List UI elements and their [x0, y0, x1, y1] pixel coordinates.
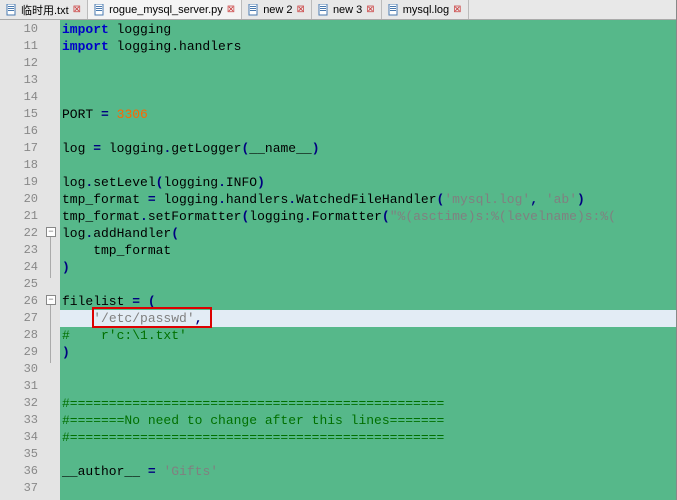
tab-bar: 临时用.txt⊠rogue_mysql_server.py⊠new 2⊠new … [0, 0, 676, 20]
code-line[interactable]: import logging.handlers [60, 38, 676, 55]
line-number: 11 [0, 38, 44, 55]
close-icon[interactable]: ⊠ [227, 4, 235, 15]
file-icon [388, 4, 400, 16]
line-number: 21 [0, 208, 44, 225]
line-number: 12 [0, 55, 44, 72]
code-line[interactable]: log = logging.getLogger(__name__) [60, 140, 676, 157]
tab-label: mysql.log [403, 4, 449, 16]
line-number: 17 [0, 140, 44, 157]
code-line[interactable]: #=======No need to change after this lin… [60, 412, 676, 429]
line-number: 14 [0, 89, 44, 106]
code-line[interactable]: #=======================================… [60, 395, 676, 412]
line-number: 13 [0, 72, 44, 89]
close-icon[interactable]: ⊠ [366, 4, 374, 15]
tab[interactable]: new 3 ⊠ [312, 0, 382, 19]
code-line[interactable]: import logging [60, 21, 676, 38]
line-number: 16 [0, 123, 44, 140]
tab[interactable]: mysql.log ⊠ [382, 0, 469, 19]
close-icon[interactable]: ⊠ [73, 4, 81, 15]
file-icon [94, 4, 106, 16]
fold-margin: −− [44, 20, 60, 500]
code-line[interactable]: tmp_format = logging.handlers.WatchedFil… [60, 191, 676, 208]
code-line[interactable] [60, 89, 676, 106]
line-number: 31 [0, 378, 44, 395]
code-line[interactable]: # r'c:\1.txt' [60, 327, 676, 344]
close-icon[interactable]: ⊠ [297, 4, 305, 15]
line-number: 37 [0, 480, 44, 497]
line-number: 20 [0, 191, 44, 208]
code-line[interactable]: __author__ = 'Gifts' [60, 463, 676, 480]
code-area[interactable]: import loggingimport logging.handlers PO… [60, 20, 676, 500]
line-number: 24 [0, 259, 44, 276]
code-line[interactable]: '/etc/passwd', [60, 310, 676, 327]
code-line[interactable]: log.addHandler( [60, 225, 676, 242]
code-line[interactable] [60, 446, 676, 463]
code-line[interactable]: #=======================================… [60, 429, 676, 446]
code-line[interactable]: ) [60, 344, 676, 361]
line-number: 36 [0, 463, 44, 480]
line-gutter: 1011121314151617181920212223242526272829… [0, 20, 44, 500]
line-number: 23 [0, 242, 44, 259]
line-number: 19 [0, 174, 44, 191]
file-icon [6, 4, 18, 16]
line-number: 26 [0, 293, 44, 310]
code-line[interactable]: ) [60, 259, 676, 276]
tab[interactable]: new 2 ⊠ [242, 0, 312, 19]
line-number: 30 [0, 361, 44, 378]
line-number: 10 [0, 21, 44, 38]
code-line[interactable] [60, 72, 676, 89]
line-number: 32 [0, 395, 44, 412]
code-line[interactable]: tmp_format [60, 242, 676, 259]
code-line[interactable] [60, 123, 676, 140]
fold-toggle[interactable]: − [46, 227, 56, 237]
line-number: 22 [0, 225, 44, 242]
tab[interactable]: 临时用.txt ⊠ [0, 0, 88, 19]
line-number: 28 [0, 327, 44, 344]
line-number: 34 [0, 429, 44, 446]
line-number: 29 [0, 344, 44, 361]
code-line[interactable] [60, 157, 676, 174]
line-number: 27 [0, 310, 44, 327]
code-line[interactable]: filelist = ( [60, 293, 676, 310]
line-number: 18 [0, 157, 44, 174]
file-icon [248, 4, 260, 16]
code-line[interactable] [60, 361, 676, 378]
code-line[interactable]: tmp_format.setFormatter(logging.Formatte… [60, 208, 676, 225]
tab-label: new 3 [333, 4, 362, 16]
code-line[interactable]: PORT = 3306 [60, 106, 676, 123]
tab-label: 临时用.txt [21, 2, 69, 18]
line-number: 33 [0, 412, 44, 429]
code-line[interactable] [60, 276, 676, 293]
line-number: 25 [0, 276, 44, 293]
code-line[interactable]: log.setLevel(logging.INFO) [60, 174, 676, 191]
editor: 1011121314151617181920212223242526272829… [0, 20, 676, 500]
close-icon[interactable]: ⊠ [453, 4, 461, 15]
code-line[interactable] [60, 480, 676, 497]
tab[interactable]: rogue_mysql_server.py ⊠ [88, 0, 242, 19]
tab-label: new 2 [263, 4, 292, 16]
tab-label: rogue_mysql_server.py [109, 4, 223, 16]
file-icon [318, 4, 330, 16]
line-number: 35 [0, 446, 44, 463]
code-line[interactable] [60, 55, 676, 72]
code-line[interactable] [60, 378, 676, 395]
fold-toggle[interactable]: − [46, 295, 56, 305]
line-number: 15 [0, 106, 44, 123]
